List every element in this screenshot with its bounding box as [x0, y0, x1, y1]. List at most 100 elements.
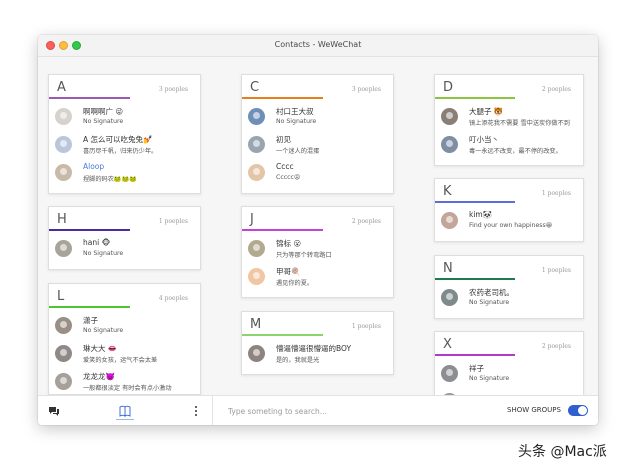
group-card-l: L 4 poeples 潇子 No Signature 琳大大 👄 爱笑的女孩，运气不会太…: [48, 283, 201, 395]
contact-item[interactable]: 龙龙龙👿 一般都很淡定 有时会有点小激动: [49, 370, 200, 395]
avatar: [248, 164, 265, 181]
contact-signature: 捏脚的码农🐸🐸🐸: [83, 176, 138, 183]
group-card-a: A 3 poeples 啊啊啊广 😜 No Signature A 怎么可以吃兔兔💅 喜历…: [48, 74, 201, 194]
contact-name: 农药老司机。: [469, 288, 514, 297]
chat-icon[interactable]: [48, 405, 60, 417]
bottom-divider: [212, 396, 213, 425]
toggle-knob: [578, 406, 587, 415]
avatar: [248, 240, 265, 257]
group-letter: X: [443, 337, 452, 352]
group-card-n: N 1 poeples 农药老司机。 No Signature: [434, 255, 584, 319]
group-accent-line: [435, 201, 515, 203]
group-accent-line: [49, 229, 130, 231]
more-vertical-icon[interactable]: [193, 405, 199, 417]
contact-item[interactable]: 叮小当丶毒一永远不改变，最不停的改变。: [435, 133, 583, 163]
contact-name: 潇子: [83, 316, 98, 325]
group-accent-line: [49, 97, 130, 99]
contact-name: 锦标 😮: [276, 239, 302, 248]
contact-item[interactable]: 啊啊啊广 😜 No Signature: [49, 105, 200, 135]
contact-name: 大腿子 🐯: [469, 107, 504, 116]
show-groups-toggle[interactable]: [568, 405, 588, 416]
group-letter: D: [443, 80, 454, 95]
group-accent-line: [435, 278, 515, 280]
group-count: 4 poeples: [158, 295, 188, 302]
group-accent-line: [435, 97, 515, 99]
contact-name: 初见: [276, 135, 291, 144]
group-letter: H: [57, 212, 67, 227]
group-card-x: X 2 poeples 祥子 No Signature: [434, 331, 584, 395]
avatar: [55, 373, 72, 390]
bottom-bar: SHOW GROUPS: [38, 395, 598, 425]
contact-name: 懵逼懵逼很懵逼的BOY: [276, 344, 352, 353]
group-accent-line: [435, 354, 515, 356]
contact-item[interactable]: 大腿子 🐯 镜上添花我不需要 雪中送炭你做不到: [435, 105, 583, 135]
contact-name: 祥子: [469, 364, 484, 373]
group-count: 1 poeples: [541, 267, 571, 274]
contact-signature: 一个迷人的混蛋: [276, 148, 320, 155]
group-letter: C: [250, 80, 260, 95]
contact-item[interactable]: 潇子 No Signature: [49, 314, 200, 344]
group-card-h: H 1 poeples hani 🐵 No Signature: [48, 206, 201, 270]
contact-signature: 是的，我就是光: [276, 357, 320, 364]
contact-item[interactable]: 祥子 No Signature: [435, 362, 583, 392]
avatar: [441, 212, 458, 229]
contact-signature: 喜历尽千帆，归来仍少年。: [83, 148, 158, 155]
contact-signature: Ccccc😡: [276, 174, 301, 181]
contact-item[interactable]: hani 🐵 No Signature: [49, 237, 200, 267]
app-window: Contacts - WeWeChat A 3 poeples 啊啊啊广 😜 No S…: [38, 35, 598, 425]
contact-name: 叮小当丶: [469, 135, 499, 144]
contact-name: kim🐼: [469, 210, 493, 219]
contact-item[interactable]: 农药老司机。 No Signature: [435, 286, 583, 316]
active-tab-indicator: [116, 419, 134, 420]
contact-item[interactable]: Aloop 捏脚的码农🐸🐸🐸: [49, 161, 200, 191]
contact-name: hani 🐵: [83, 238, 111, 247]
group-letter: A: [57, 80, 66, 95]
window-title: Contacts - WeWeChat: [274, 40, 362, 49]
group-count: 2 poeples: [351, 218, 381, 225]
contact-item[interactable]: 初见 一个迷人的混蛋: [242, 133, 393, 163]
contact-item[interactable]: kim🐼 Find your own happiness😀: [435, 209, 583, 239]
contact-item[interactable]: A 怎么可以吃兔兔💅 喜历尽千帆，归来仍少年。: [49, 133, 200, 163]
group-count: 1 poeples: [158, 218, 188, 225]
group-card-k: K 1 poeples kim🐼 Find your own happiness😀: [434, 178, 584, 242]
contact-signature: 毒一永远不改变，最不停的改变。: [469, 148, 562, 155]
title-bar: Contacts - WeWeChat: [38, 35, 598, 57]
group-accent-line: [242, 97, 323, 99]
search-input[interactable]: [228, 404, 448, 418]
avatar: [441, 289, 458, 306]
contact-name: 龙龙龙👿: [83, 372, 115, 381]
group-letter: M: [250, 317, 262, 332]
group-card-j: J 2 poeples 锦标 😮 只为等那个转弯路口 甲哥🍭 遇见你的夏。: [241, 206, 394, 298]
avatar: [55, 108, 72, 125]
contact-name: A 怎么可以吃兔兔💅: [83, 135, 153, 144]
contact-signature: 遇见你的夏。: [276, 280, 314, 287]
contact-signature: 一般都很淡定 有时会有点小激动: [83, 385, 172, 392]
avatar: [248, 268, 265, 285]
group-accent-line: [242, 334, 323, 336]
avatar: [55, 164, 72, 181]
group-count: 1 poeples: [351, 323, 381, 330]
contact-signature: No Signature: [276, 118, 317, 125]
contact-name: Aloop: [83, 162, 105, 171]
contact-name: 甲哥🍭: [276, 267, 301, 276]
group-accent-line: [49, 306, 130, 308]
contact-item[interactable]: 懵逼懵逼很懵逼的BOY 是的，我就是光: [242, 342, 393, 372]
avatar: [441, 365, 458, 382]
group-card-d: D 2 poeples 大腿子 🐯 镜上添花我不需要 雪中送炭你做不到 叮小当丶毒一永远…: [434, 74, 584, 166]
contact-item[interactable]: 锦标 😮 只为等那个转弯路口: [242, 237, 393, 267]
avatar: [55, 345, 72, 362]
group-count: 2 poeples: [541, 86, 571, 93]
contacts-book-icon[interactable]: [119, 405, 131, 417]
group-count: 2 poeples: [541, 343, 571, 350]
contact-name: Cccc: [276, 162, 294, 171]
group-letter: L: [57, 289, 65, 304]
contact-item[interactable]: 琳大大 👄 爱笑的女孩，运气不会太差: [49, 342, 200, 372]
group-card-m: M 1 poeples 懵逼懵逼很懵逼的BOY 是的，我就是光: [241, 311, 394, 375]
contact-item[interactable]: 村口王大叔 No Signature: [242, 105, 393, 135]
contact-name: 啊啊啊广 😜: [83, 107, 124, 116]
group-accent-line: [242, 229, 323, 231]
contacts-grid: A 3 poeples 啊啊啊广 😜 No Signature A 怎么可以吃兔兔💅 喜历…: [38, 57, 598, 395]
contact-item[interactable]: Cccc Ccccc😡: [242, 161, 393, 191]
contact-item[interactable]: 甲哥🍭 遇见你的夏。: [242, 265, 393, 295]
contact-name: 村口王大叔: [276, 107, 314, 116]
